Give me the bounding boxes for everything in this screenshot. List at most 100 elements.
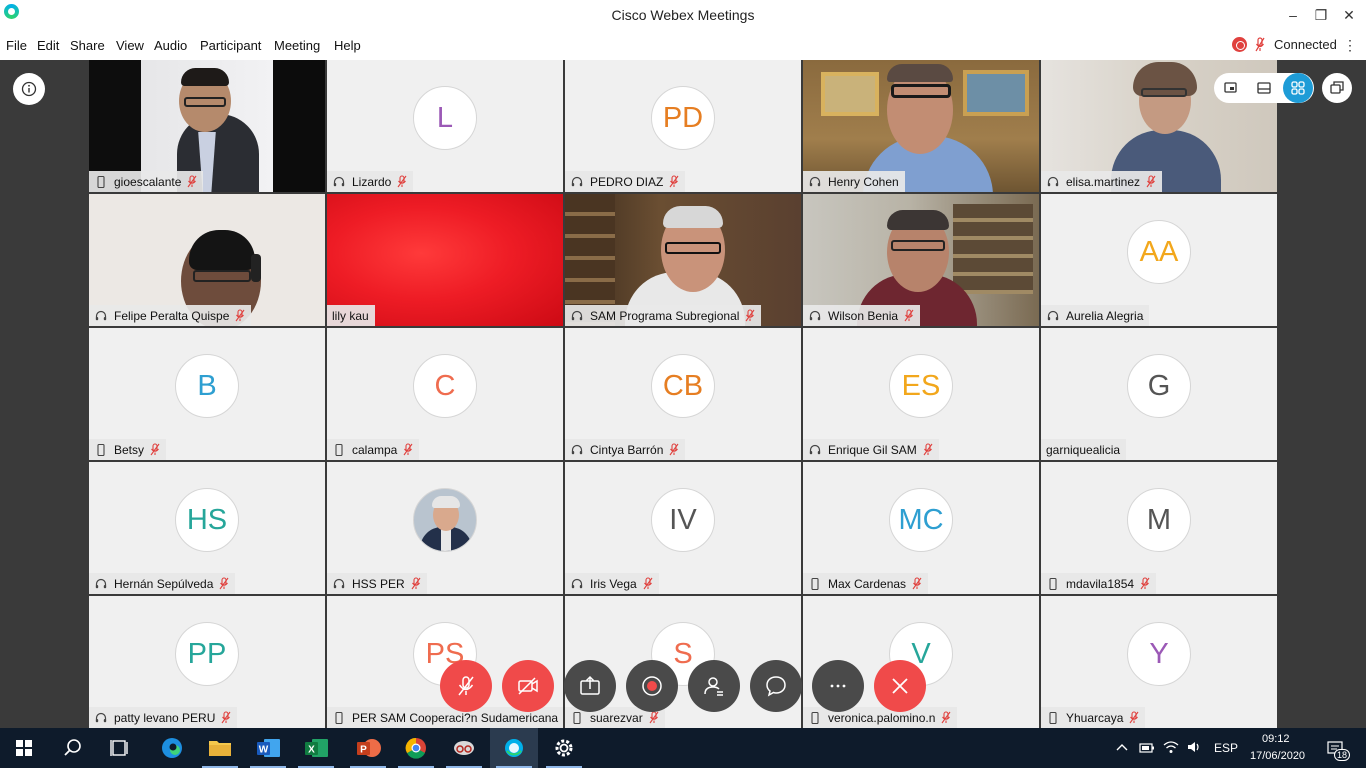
name-label: PEDRO DIAZ xyxy=(565,171,686,192)
task-view-icon[interactable] xyxy=(96,728,144,768)
menu-audio[interactable]: Audio xyxy=(154,38,187,53)
video-tile-betsy[interactable]: B Betsy xyxy=(89,328,325,460)
mute-button[interactable] xyxy=(440,660,492,712)
video-tile-pedro-diaz[interactable]: PD PEDRO DIAZ xyxy=(565,60,801,192)
video-tile-gioescalante[interactable]: gioescalante xyxy=(89,60,325,192)
edge-icon[interactable] xyxy=(148,728,196,768)
avatar: PD xyxy=(651,86,715,150)
floating-panel-icon[interactable] xyxy=(1215,73,1245,103)
video-tile-patty-levano[interactable]: PP patty levano PERU xyxy=(89,596,325,728)
video-tile-wilson-benia[interactable]: Wilson Benia xyxy=(803,194,1039,326)
video-tile-felipe-peralta[interactable]: Felipe Peralta Quispe xyxy=(89,194,325,326)
video-tile-aurelia-alegria[interactable]: AA Aurelia Alegria xyxy=(1041,194,1277,326)
participant-grid: gioescalante L Lizardo PD PEDRO DIAZ Hen… xyxy=(89,60,1277,728)
mic-muted-icon xyxy=(1129,711,1139,724)
video-tile-mdavila1854[interactable]: M mdavila1854 xyxy=(1041,462,1277,594)
snipping-icon[interactable] xyxy=(440,728,488,768)
powerpoint-icon[interactable]: P xyxy=(344,728,392,768)
layout-switcher xyxy=(1214,73,1314,103)
video-tile-sam-programa[interactable]: SAM Programa Subregional xyxy=(565,194,801,326)
participant-name: Wilson Benia xyxy=(828,308,899,323)
word-icon[interactable]: W xyxy=(244,728,292,768)
participant-name: Yhuarcaya xyxy=(1066,710,1124,725)
mic-muted-icon xyxy=(397,175,407,188)
phone-icon xyxy=(335,443,343,456)
participant-name: Cintya Barrón xyxy=(590,442,664,457)
participant-name: HSS PER xyxy=(352,576,405,591)
video-tile-lizardo[interactable]: L Lizardo xyxy=(327,60,563,192)
webex-icon[interactable] xyxy=(490,728,538,768)
chevron-up-icon[interactable] xyxy=(1116,742,1128,752)
phone-icon xyxy=(97,175,105,188)
search-icon[interactable] xyxy=(48,728,96,768)
video-tile-yhuarcaya[interactable]: Y Yhuarcaya xyxy=(1041,596,1277,728)
mic-muted-icon[interactable] xyxy=(1255,37,1265,52)
phone-icon xyxy=(811,577,819,590)
wifi-icon[interactable] xyxy=(1163,740,1179,754)
phone-icon xyxy=(1049,577,1057,590)
video-tile-calampa[interactable]: C calampa xyxy=(327,328,563,460)
volume-icon[interactable] xyxy=(1186,740,1202,754)
window-title: Cisco Webex Meetings xyxy=(611,7,755,23)
chrome-icon[interactable] xyxy=(392,728,440,768)
video-tile-hernan-sepulveda[interactable]: HS Hernán Sepúlveda xyxy=(89,462,325,594)
filmstrip-icon[interactable] xyxy=(1249,73,1279,103)
video-tile-cintya-barron[interactable]: CB Cintya Barrón xyxy=(565,328,801,460)
video-tile-lily-kau[interactable]: lily kau xyxy=(327,194,563,326)
more-button[interactable] xyxy=(812,660,864,712)
battery-icon[interactable] xyxy=(1139,741,1155,755)
pop-out-button[interactable] xyxy=(1322,73,1352,103)
chat-button[interactable] xyxy=(750,660,802,712)
participant-name: lily kau xyxy=(332,308,369,323)
more-vertical-icon[interactable]: ⋮ xyxy=(1343,37,1357,54)
participant-name: gioescalante xyxy=(114,174,182,189)
name-label: Max Cardenas xyxy=(803,573,929,594)
close-window-button[interactable]: ✕ xyxy=(1332,4,1366,26)
name-label: Enrique Gil SAM xyxy=(803,439,939,460)
avatar: MC xyxy=(889,488,953,552)
participant-name: Max Cardenas xyxy=(828,576,907,591)
video-tile-henry-cohen[interactable]: Henry Cohen xyxy=(803,60,1039,192)
menu-participant[interactable]: Participant xyxy=(200,38,261,53)
name-label: Wilson Benia xyxy=(803,305,921,326)
chat-icon xyxy=(766,676,786,697)
menu-edit[interactable]: Edit xyxy=(37,38,59,53)
name-label: lily kau xyxy=(327,305,375,326)
menu-file[interactable]: File xyxy=(6,38,27,53)
video-tile-enrique-gil[interactable]: ES Enrique Gil SAM xyxy=(803,328,1039,460)
meeting-info-button[interactable] xyxy=(13,73,45,105)
mic-muted-icon xyxy=(1146,175,1156,188)
name-label: veronica.palomino.n xyxy=(803,707,958,728)
video-tile-hss-per[interactable]: HSS PER xyxy=(327,462,563,594)
language-indicator[interactable]: ESP xyxy=(1214,741,1238,755)
clock-date[interactable]: 17/06/2020 xyxy=(1250,750,1305,762)
clock-time[interactable]: 09:12 xyxy=(1262,733,1290,745)
name-label: Iris Vega xyxy=(565,573,659,594)
settings-icon[interactable] xyxy=(540,728,588,768)
record-button[interactable] xyxy=(626,660,678,712)
menu-share[interactable]: Share xyxy=(70,38,105,53)
share-button[interactable] xyxy=(564,660,616,712)
avatar: M xyxy=(1127,488,1191,552)
participants-icon xyxy=(704,677,723,696)
stop-video-button[interactable] xyxy=(502,660,554,712)
grid-view-icon[interactable] xyxy=(1283,73,1313,103)
menu-help[interactable]: Help xyxy=(334,38,361,53)
menu-meeting[interactable]: Meeting xyxy=(274,38,320,53)
video-tile-garniquealicia[interactable]: G garniquealicia xyxy=(1041,328,1277,460)
file-explorer-icon[interactable] xyxy=(196,728,244,768)
participant-name: calampa xyxy=(352,442,398,457)
record-icon[interactable] xyxy=(1232,37,1247,52)
name-label: Betsy xyxy=(89,439,167,460)
video-tile-max-cardenas[interactable]: MC Max Cardenas xyxy=(803,462,1039,594)
connection-status: Connected xyxy=(1274,37,1337,52)
excel-icon[interactable]: X xyxy=(292,728,340,768)
video-tile-iris-vega[interactable]: IV Iris Vega xyxy=(565,462,801,594)
headset-icon xyxy=(95,578,107,588)
menu-view[interactable]: View xyxy=(116,38,144,53)
participant-name: PEDRO DIAZ xyxy=(590,174,664,189)
windows-start-icon[interactable] xyxy=(0,728,48,768)
participants-button[interactable] xyxy=(688,660,740,712)
svg-text:W: W xyxy=(259,745,269,756)
leave-meeting-button[interactable] xyxy=(874,660,926,712)
